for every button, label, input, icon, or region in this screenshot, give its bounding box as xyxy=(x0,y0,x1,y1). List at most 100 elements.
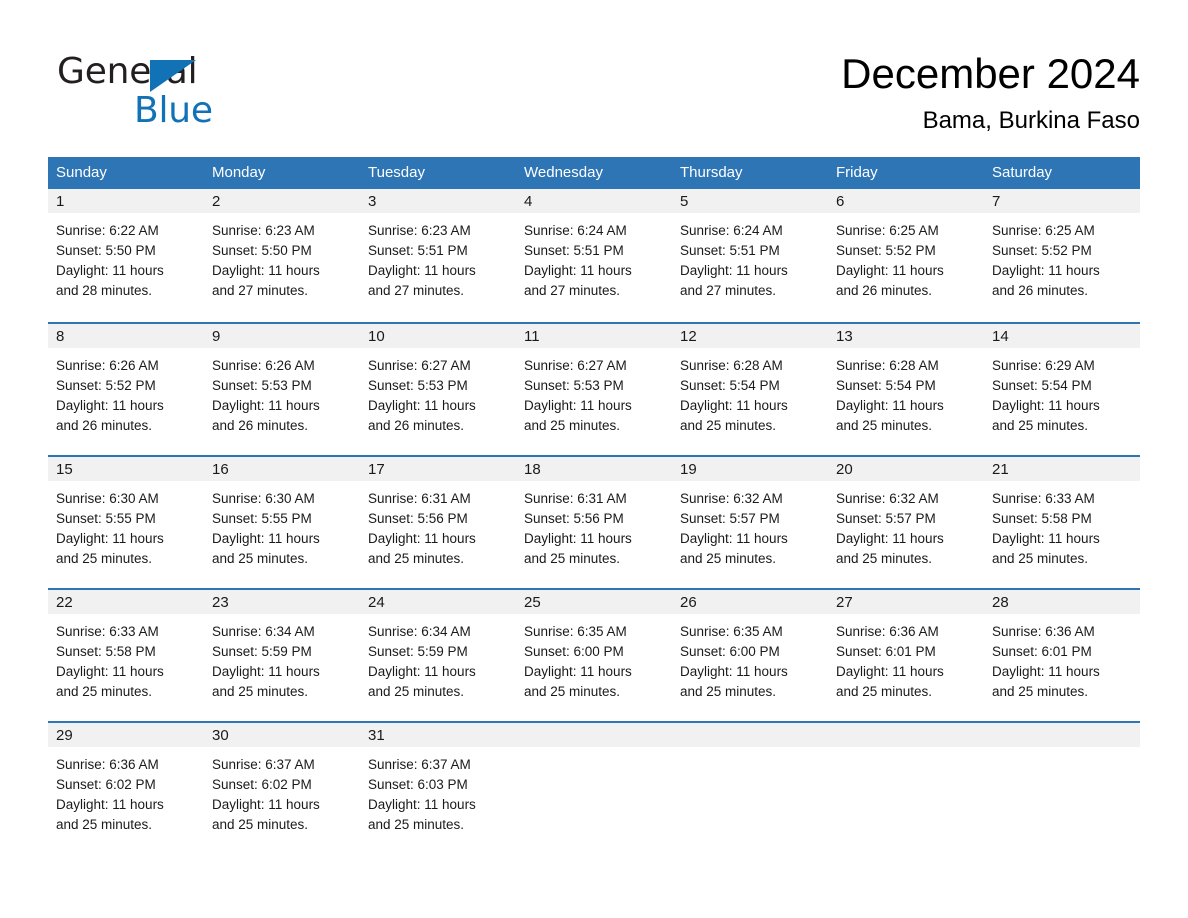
day-cell[interactable]: 28 Sunrise: 6:36 AM Sunset: 6:01 PM Dayl… xyxy=(984,590,1140,721)
daylight-text-line2: and 25 minutes. xyxy=(368,684,465,699)
sunset-text: Sunset: 5:56 PM xyxy=(368,511,468,526)
sunrise-text: Sunrise: 6:25 AM xyxy=(836,223,939,238)
day-cell[interactable]: 6 Sunrise: 6:25 AM Sunset: 5:52 PM Dayli… xyxy=(828,189,984,322)
sunset-text: Sunset: 5:53 PM xyxy=(524,378,624,393)
daylight-text-line1: Daylight: 11 hours xyxy=(56,263,164,278)
day-cell[interactable]: 5 Sunrise: 6:24 AM Sunset: 5:51 PM Dayli… xyxy=(672,189,828,322)
day-cell[interactable]: 12 Sunrise: 6:28 AM Sunset: 5:54 PM Dayl… xyxy=(672,324,828,455)
day-cell[interactable]: 15 Sunrise: 6:30 AM Sunset: 5:55 PM Dayl… xyxy=(48,457,204,588)
daylight-text-line2: and 26 minutes. xyxy=(368,418,465,433)
day-cell[interactable]: 4 Sunrise: 6:24 AM Sunset: 5:51 PM Dayli… xyxy=(516,189,672,322)
day-number: 26 xyxy=(672,590,828,614)
daylight-text-line1: Daylight: 11 hours xyxy=(524,398,632,413)
daylight-text-line2: and 25 minutes. xyxy=(836,551,933,566)
triangle-logo-icon xyxy=(150,60,196,92)
day-cell[interactable]: 14 Sunrise: 6:29 AM Sunset: 5:54 PM Dayl… xyxy=(984,324,1140,455)
weekday-header-monday: Monday xyxy=(212,164,266,181)
daylight-text-line2: and 25 minutes. xyxy=(992,684,1089,699)
day-cell[interactable]: 19 Sunrise: 6:32 AM Sunset: 5:57 PM Dayl… xyxy=(672,457,828,588)
daylight-text-line2: and 25 minutes. xyxy=(212,684,309,699)
calendar-page: General Blue December 2024 Bama, Burkina… xyxy=(0,0,1188,918)
day-number: 31 xyxy=(360,723,516,747)
sunrise-text: Sunrise: 6:29 AM xyxy=(992,358,1095,373)
day-info: Sunrise: 6:28 AM Sunset: 5:54 PM Dayligh… xyxy=(828,348,984,436)
sunrise-text: Sunrise: 6:33 AM xyxy=(992,491,1095,506)
week-row: 1 Sunrise: 6:22 AM Sunset: 5:50 PM Dayli… xyxy=(48,189,1140,322)
day-cell[interactable]: 18 Sunrise: 6:31 AM Sunset: 5:56 PM Dayl… xyxy=(516,457,672,588)
day-cell[interactable]: 7 Sunrise: 6:25 AM Sunset: 5:52 PM Dayli… xyxy=(984,189,1140,322)
day-number: 18 xyxy=(516,457,672,481)
daylight-text-line1: Daylight: 11 hours xyxy=(368,398,476,413)
day-cell[interactable]: 20 Sunrise: 6:32 AM Sunset: 5:57 PM Dayl… xyxy=(828,457,984,588)
day-cell[interactable]: 29 Sunrise: 6:36 AM Sunset: 6:02 PM Dayl… xyxy=(48,723,204,854)
day-cell[interactable]: 26 Sunrise: 6:35 AM Sunset: 6:00 PM Dayl… xyxy=(672,590,828,721)
sunset-text: Sunset: 6:03 PM xyxy=(368,777,468,792)
day-info: Sunrise: 6:23 AM Sunset: 5:51 PM Dayligh… xyxy=(360,213,516,301)
day-number: 16 xyxy=(204,457,360,481)
day-cell[interactable]: 3 Sunrise: 6:23 AM Sunset: 5:51 PM Dayli… xyxy=(360,189,516,322)
day-info: Sunrise: 6:31 AM Sunset: 5:56 PM Dayligh… xyxy=(516,481,672,569)
sunrise-text: Sunrise: 6:25 AM xyxy=(992,223,1095,238)
sunset-text: Sunset: 5:55 PM xyxy=(56,511,156,526)
day-info: Sunrise: 6:35 AM Sunset: 6:00 PM Dayligh… xyxy=(672,614,828,702)
sunrise-text: Sunrise: 6:34 AM xyxy=(212,624,315,639)
day-cell[interactable]: 27 Sunrise: 6:36 AM Sunset: 6:01 PM Dayl… xyxy=(828,590,984,721)
daylight-text-line1: Daylight: 11 hours xyxy=(836,263,944,278)
page-header: General Blue December 2024 Bama, Burkina… xyxy=(0,0,1188,150)
sunset-text: Sunset: 5:54 PM xyxy=(836,378,936,393)
day-info: Sunrise: 6:36 AM Sunset: 6:02 PM Dayligh… xyxy=(48,747,204,835)
day-info: Sunrise: 6:24 AM Sunset: 5:51 PM Dayligh… xyxy=(672,213,828,301)
sunset-text: Sunset: 5:58 PM xyxy=(992,511,1092,526)
day-cell[interactable]: 17 Sunrise: 6:31 AM Sunset: 5:56 PM Dayl… xyxy=(360,457,516,588)
day-number: 12 xyxy=(672,324,828,348)
day-info: Sunrise: 6:34 AM Sunset: 5:59 PM Dayligh… xyxy=(360,614,516,702)
sunrise-text: Sunrise: 6:30 AM xyxy=(212,491,315,506)
general-blue-logo[interactable]: General Blue xyxy=(57,52,317,132)
sunrise-text: Sunrise: 6:30 AM xyxy=(56,491,159,506)
day-number: 19 xyxy=(672,457,828,481)
day-info: Sunrise: 6:33 AM Sunset: 5:58 PM Dayligh… xyxy=(984,481,1140,569)
day-cell[interactable]: 30 Sunrise: 6:37 AM Sunset: 6:02 PM Dayl… xyxy=(204,723,360,854)
daylight-text-line2: and 27 minutes. xyxy=(212,283,309,298)
day-number: 11 xyxy=(516,324,672,348)
calendar-table: Sunday Monday Tuesday Wednesday Thursday… xyxy=(48,157,1140,854)
day-cell[interactable]: 1 Sunrise: 6:22 AM Sunset: 5:50 PM Dayli… xyxy=(48,189,204,322)
sunset-text: Sunset: 5:52 PM xyxy=(836,243,936,258)
day-cell[interactable]: 2 Sunrise: 6:23 AM Sunset: 5:50 PM Dayli… xyxy=(204,189,360,322)
daylight-text-line2: and 25 minutes. xyxy=(836,684,933,699)
day-number: 30 xyxy=(204,723,360,747)
day-cell[interactable]: 9 Sunrise: 6:26 AM Sunset: 5:53 PM Dayli… xyxy=(204,324,360,455)
day-cell[interactable]: 25 Sunrise: 6:35 AM Sunset: 6:00 PM Dayl… xyxy=(516,590,672,721)
sunrise-text: Sunrise: 6:31 AM xyxy=(524,491,627,506)
sunset-text: Sunset: 5:51 PM xyxy=(368,243,468,258)
day-cell[interactable]: 10 Sunrise: 6:27 AM Sunset: 5:53 PM Dayl… xyxy=(360,324,516,455)
day-cell[interactable]: 23 Sunrise: 6:34 AM Sunset: 5:59 PM Dayl… xyxy=(204,590,360,721)
daylight-text-line1: Daylight: 11 hours xyxy=(680,398,788,413)
daylight-text-line2: and 26 minutes. xyxy=(212,418,309,433)
day-cell[interactable]: 24 Sunrise: 6:34 AM Sunset: 5:59 PM Dayl… xyxy=(360,590,516,721)
weekday-header-saturday: Saturday xyxy=(992,164,1053,181)
sunrise-text: Sunrise: 6:26 AM xyxy=(212,358,315,373)
daylight-text-line1: Daylight: 11 hours xyxy=(212,531,320,546)
week-row: 15 Sunrise: 6:30 AM Sunset: 5:55 PM Dayl… xyxy=(48,455,1140,588)
week-row: 8 Sunrise: 6:26 AM Sunset: 5:52 PM Dayli… xyxy=(48,322,1140,455)
daylight-text-line1: Daylight: 11 hours xyxy=(524,664,632,679)
sunset-text: Sunset: 5:52 PM xyxy=(56,378,156,393)
day-cell[interactable]: 21 Sunrise: 6:33 AM Sunset: 5:58 PM Dayl… xyxy=(984,457,1140,588)
day-cell[interactable]: 16 Sunrise: 6:30 AM Sunset: 5:55 PM Dayl… xyxy=(204,457,360,588)
day-cell[interactable]: 11 Sunrise: 6:27 AM Sunset: 5:53 PM Dayl… xyxy=(516,324,672,455)
day-cell[interactable]: 8 Sunrise: 6:26 AM Sunset: 5:52 PM Dayli… xyxy=(48,324,204,455)
sunset-text: Sunset: 5:50 PM xyxy=(212,243,312,258)
day-cell[interactable]: 22 Sunrise: 6:33 AM Sunset: 5:58 PM Dayl… xyxy=(48,590,204,721)
day-info: Sunrise: 6:29 AM Sunset: 5:54 PM Dayligh… xyxy=(984,348,1140,436)
day-info: Sunrise: 6:35 AM Sunset: 6:00 PM Dayligh… xyxy=(516,614,672,702)
day-cell[interactable]: 31 Sunrise: 6:37 AM Sunset: 6:03 PM Dayl… xyxy=(360,723,516,854)
day-info: Sunrise: 6:26 AM Sunset: 5:53 PM Dayligh… xyxy=(204,348,360,436)
sunset-text: Sunset: 5:59 PM xyxy=(368,644,468,659)
sunrise-text: Sunrise: 6:24 AM xyxy=(680,223,783,238)
daylight-text-line1: Daylight: 11 hours xyxy=(56,797,164,812)
weekday-header-sunday: Sunday xyxy=(56,164,107,181)
day-cell[interactable]: 13 Sunrise: 6:28 AM Sunset: 5:54 PM Dayl… xyxy=(828,324,984,455)
sunset-text: Sunset: 6:00 PM xyxy=(524,644,624,659)
daylight-text-line1: Daylight: 11 hours xyxy=(212,664,320,679)
